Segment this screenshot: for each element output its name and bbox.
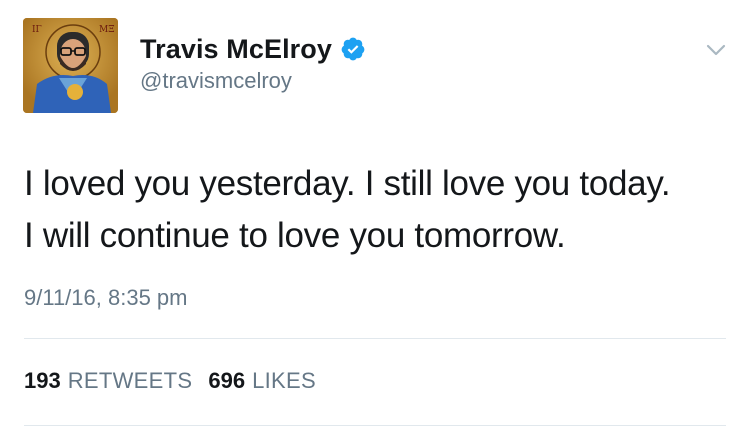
- retweets-label: RETWEETS: [67, 368, 193, 393]
- divider: [24, 425, 726, 426]
- svg-text:ΜΞ: ΜΞ: [99, 25, 115, 35]
- likes-count: 696: [208, 368, 246, 393]
- avatar-image: ΙΓ ΜΞ: [23, 18, 118, 113]
- likes-label: LIKES: [252, 368, 316, 393]
- verified-badge-icon: [340, 36, 366, 62]
- tweet-timestamp[interactable]: 9/11/16, 8:35 pm: [24, 285, 188, 311]
- avatar[interactable]: ΙΓ ΜΞ: [23, 18, 118, 113]
- tweet-text: I loved you yesterday. I still love you …: [24, 164, 671, 255]
- divider: [24, 338, 726, 339]
- retweets-stat[interactable]: 193 RETWEETS: [24, 368, 192, 394]
- author-name-row: Travis McElroy: [140, 33, 366, 65]
- author-display-name[interactable]: Travis McElroy: [140, 34, 332, 65]
- chevron-down-icon[interactable]: [704, 38, 728, 62]
- tweet-stats: 193 RETWEETS 696 LIKES: [24, 368, 332, 394]
- retweets-count: 193: [24, 368, 61, 393]
- svg-text:ΙΓ: ΙΓ: [32, 25, 42, 35]
- author-handle[interactable]: @travismcelroy: [140, 68, 292, 94]
- likes-stat[interactable]: 696 LIKES: [208, 368, 316, 394]
